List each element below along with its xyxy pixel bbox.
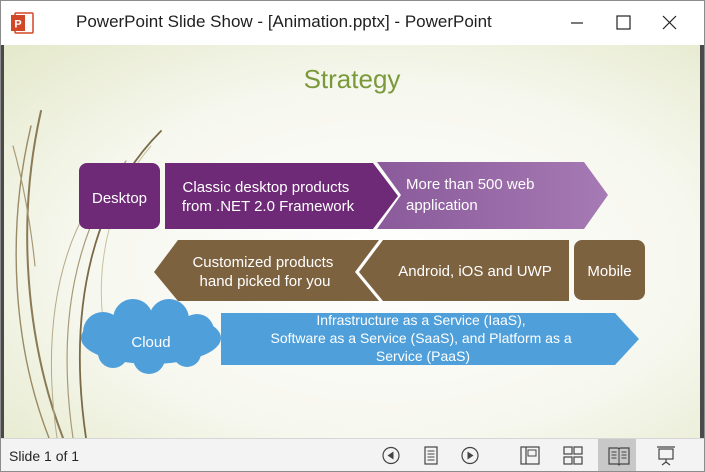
close-button[interactable] (646, 1, 692, 45)
desktop-future-line-1: More than 500 web (406, 176, 534, 193)
slide-right-border (700, 45, 704, 438)
slide-left-border (1, 45, 4, 438)
cloud-services-line-1: Infrastructure as a Service (IaaS), (316, 312, 525, 328)
slide-show-icon (657, 446, 675, 466)
next-slide-button[interactable] (451, 439, 489, 471)
cloud-label: Cloud (131, 334, 170, 351)
maximize-button[interactable] (600, 1, 646, 45)
minimize-icon (571, 22, 583, 24)
window-title: PowerPoint Slide Show - [Animation.pptx]… (76, 12, 492, 31)
normal-view-icon (520, 446, 540, 465)
title-bar[interactable]: P PowerPoint Slide Show - [Animation.ppt… (1, 1, 704, 45)
desktop-future-arrow (377, 162, 608, 229)
powerpoint-icon[interactable]: P (10, 12, 34, 34)
normal-view-button[interactable] (511, 439, 549, 471)
mobile-future-line-1: Customized products (192, 254, 333, 271)
close-icon (662, 15, 677, 30)
status-bar: Slide 1 of 1 (1, 438, 704, 471)
maximize-icon (616, 15, 631, 30)
mobile-current-text: Android, iOS and UWP (398, 263, 551, 280)
cloud-services-line-2: Software as a Service (SaaS), and Platfo… (270, 330, 571, 346)
desktop-current-arrow (165, 163, 398, 229)
desktop-label: Desktop (92, 190, 147, 207)
desktop-future-line-2: application (406, 197, 478, 214)
desktop-current-line-1: Classic desktop products (183, 179, 350, 196)
slide-show-button[interactable] (647, 439, 685, 471)
slide-sorter-button[interactable] (554, 439, 592, 471)
mobile-future-line-2: hand picked for you (200, 273, 331, 290)
desktop-row: Desktop Classic desktop products from .N… (79, 162, 608, 229)
desktop-current-line-2: from .NET 2.0 Framework (182, 198, 355, 215)
cloud-services-line-3: Service (PaaS) (376, 348, 470, 364)
previous-slide-button[interactable] (372, 439, 410, 471)
app-window: P PowerPoint Slide Show - [Animation.ppt… (0, 0, 705, 472)
slide-title: Strategy (304, 64, 401, 94)
app-icon-letter: P (14, 19, 21, 31)
slide-canvas[interactable]: Strategy Desktop Classic desktop product… (1, 45, 704, 438)
mobile-label: Mobile (587, 263, 631, 280)
slide-list-icon (424, 446, 438, 465)
slide-sorter-icon (563, 446, 583, 465)
reading-view-button[interactable] (598, 439, 636, 471)
previous-icon (382, 446, 400, 465)
minimize-button[interactable] (554, 1, 600, 45)
slide-menu-button[interactable] (412, 439, 450, 471)
reading-view-icon (608, 447, 630, 466)
next-icon (461, 446, 479, 465)
slide-counter: Slide 1 of 1 (9, 448, 80, 464)
